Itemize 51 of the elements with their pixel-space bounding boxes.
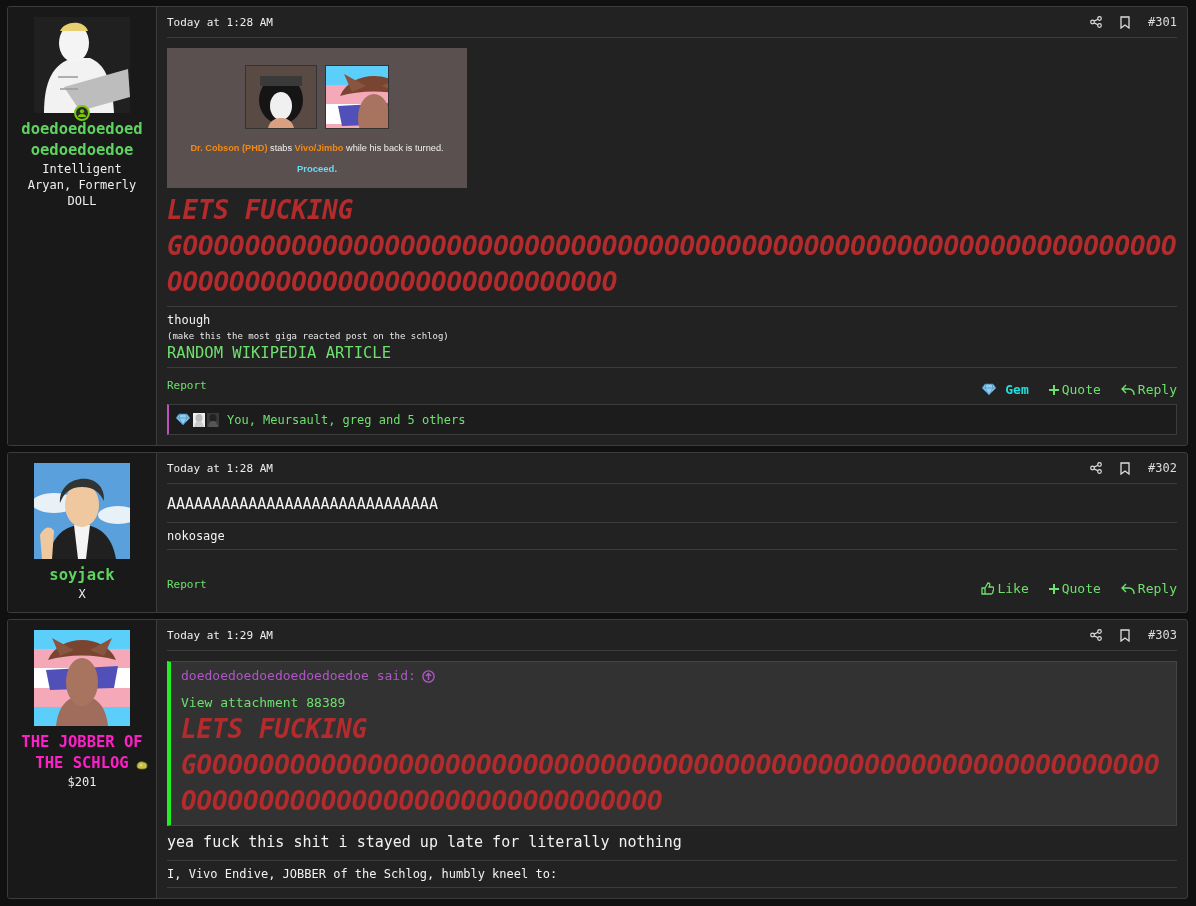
reply-icon <box>1120 582 1135 595</box>
like-button[interactable]: Like <box>981 581 1029 596</box>
post-number-link[interactable]: #301 <box>1148 15 1177 29</box>
user-title: Intelligent Aryan, Formerly DOLL <box>26 161 138 209</box>
user-title: $201 <box>66 774 98 790</box>
shout-text: LETS FUCKING GOOOOOOOOOOOOOOOOOOOOOOOOOOOOOOOOOOOOOOOOOOOOOOOOOOOOOOOOOOOOOOOOOOOOOOOOOOOOOOOOOOOOOOOOOOOOO <box>167 194 1177 299</box>
signature-text: though <box>167 312 212 329</box>
reply-icon <box>1120 383 1135 396</box>
bookmark-icon[interactable] <box>1120 15 1131 29</box>
reply-button[interactable]: Reply <box>1120 382 1177 397</box>
reply-button[interactable]: Reply <box>1120 581 1177 596</box>
post-time: Today at 1:28 AM <box>167 461 274 475</box>
jump-up-icon[interactable] <box>421 669 435 683</box>
post-number-link[interactable]: #302 <box>1148 461 1177 475</box>
reactions-text: You, Meursault, greg and 5 others <box>227 412 466 427</box>
caption-text: Dr. Cobson (PHD) stabs Vivo/Jimbo while his back is turned. <box>190 143 444 153</box>
quote-button[interactable]: Quote <box>1048 581 1101 596</box>
bookmark-icon[interactable] <box>1120 461 1131 475</box>
plus-icon <box>1048 384 1059 395</box>
signature-text: I, Vivo Endive, JOBBER of the Schlog, humbly kneel to: <box>167 866 559 883</box>
user-title: X <box>77 586 87 602</box>
gem-icon <box>981 383 998 396</box>
post-text: AAAAAAAAAAAAAAAAAAAAAAAAAAAAAA <box>167 494 439 514</box>
report-link[interactable]: Report <box>167 578 207 591</box>
bookmark-icon[interactable] <box>1120 628 1131 642</box>
gem-icon <box>175 413 191 426</box>
username-link[interactable]: soyjack <box>49 565 115 586</box>
figure-icon <box>193 412 205 427</box>
share-icon[interactable] <box>1090 462 1103 474</box>
report-link[interactable]: Report <box>167 379 207 392</box>
proceed-link[interactable]: Proceed. <box>296 163 338 174</box>
gem-button[interactable]: Gem <box>981 382 1029 397</box>
shout-text: LETS FUCKING GOOOOOOOOOOOOOOOOOOOOOOOOOOOOOOOOOOOOOOOOOOOOOOOOOOOOOOOOOOOOOOOOOOOOOOOOOOOOOOOOOOOOOOOOOOOOO <box>181 713 1161 818</box>
username-link[interactable]: doedoedoedoedoedoedoedoe <box>21 119 143 161</box>
post-time: Today at 1:28 AM <box>167 15 274 29</box>
signature-note: (make this the most giga reacted post on the schlog) <box>167 330 450 343</box>
figure-icon <box>207 412 219 427</box>
post-number-link[interactable]: #303 <box>1148 628 1177 642</box>
attachment-link[interactable]: View attachment 88389 <box>181 695 346 710</box>
attachment-image[interactable]: Dr. Cobson (PHD) stabs Vivo/Jimbo while his back is turned. Proceed. <box>167 48 467 188</box>
reactions-bar[interactable]: You, Meursault, greg and 5 others <box>167 404 1177 435</box>
plus-icon <box>1048 583 1059 594</box>
post-time: Today at 1:29 AM <box>167 628 274 642</box>
quote-button[interactable]: Quote <box>1048 382 1101 397</box>
thumbs-up-icon <box>981 582 995 595</box>
post-text: yea fuck this shit i stayed up late for literally nothing <box>167 832 683 852</box>
share-icon[interactable] <box>1090 629 1103 641</box>
signature-text: nokosage <box>167 528 226 545</box>
signature-link[interactable]: RANDOM WIKIPEDIA ARTICLE <box>167 344 391 362</box>
share-icon[interactable] <box>1090 16 1103 28</box>
username-link[interactable]: THE JOBBER OF THE SCHLOG <box>21 732 143 774</box>
